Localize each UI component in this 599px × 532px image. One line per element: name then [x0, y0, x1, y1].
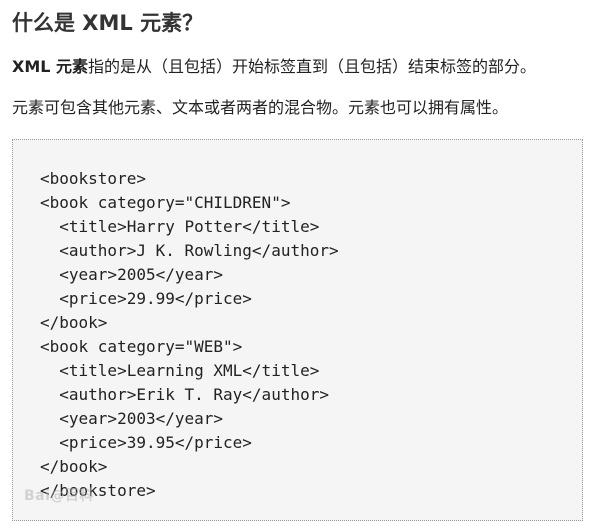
code-line: </book>	[40, 313, 108, 332]
code-line: <book category="CHILDREN">	[40, 193, 291, 212]
code-line: <year>2005</year>	[40, 265, 224, 284]
code-line: <title>Learning XML</title>	[40, 361, 320, 380]
code-line: <price>29.99</price>	[40, 289, 252, 308]
page: 什么是 XML 元素？ XML 元素指的是从（且包括）开始标签直到（且包括）结束…	[0, 0, 599, 532]
code-line: <bookstore>	[40, 169, 146, 188]
code-line: <book category="WEB">	[40, 337, 243, 356]
code-line: <price>39.95</price>	[40, 433, 252, 452]
intro-text: 指的是从（且包括）开始标签直到（且包括）结束标签的部分。	[88, 57, 537, 76]
code-line: <author>J K. Rowling</author>	[40, 241, 339, 260]
code-example-box: <bookstore> <book category="CHILDREN"> <…	[12, 139, 583, 521]
intro-paragraph: XML 元素指的是从（且包括）开始标签直到（且包括）结束标签的部分。	[12, 55, 536, 79]
code-line: <year>2003</year>	[40, 409, 224, 428]
page-title: 什么是 XML 元素？	[12, 11, 204, 35]
code-line: <author>Erik T. Ray</author>	[40, 385, 329, 404]
xml-element-term: XML 元素	[12, 57, 89, 76]
code-line: </book>	[40, 457, 108, 476]
code-line: <title>Harry Potter</title>	[40, 217, 320, 236]
code-lines: <bookstore> <book category="CHILDREN"> <…	[40, 167, 339, 503]
note-paragraph: 元素可包含其他元素、文本或者两者的混合物。元素也可以拥有属性。	[12, 98, 509, 117]
baike-watermark: Bai@百科	[24, 488, 94, 504]
